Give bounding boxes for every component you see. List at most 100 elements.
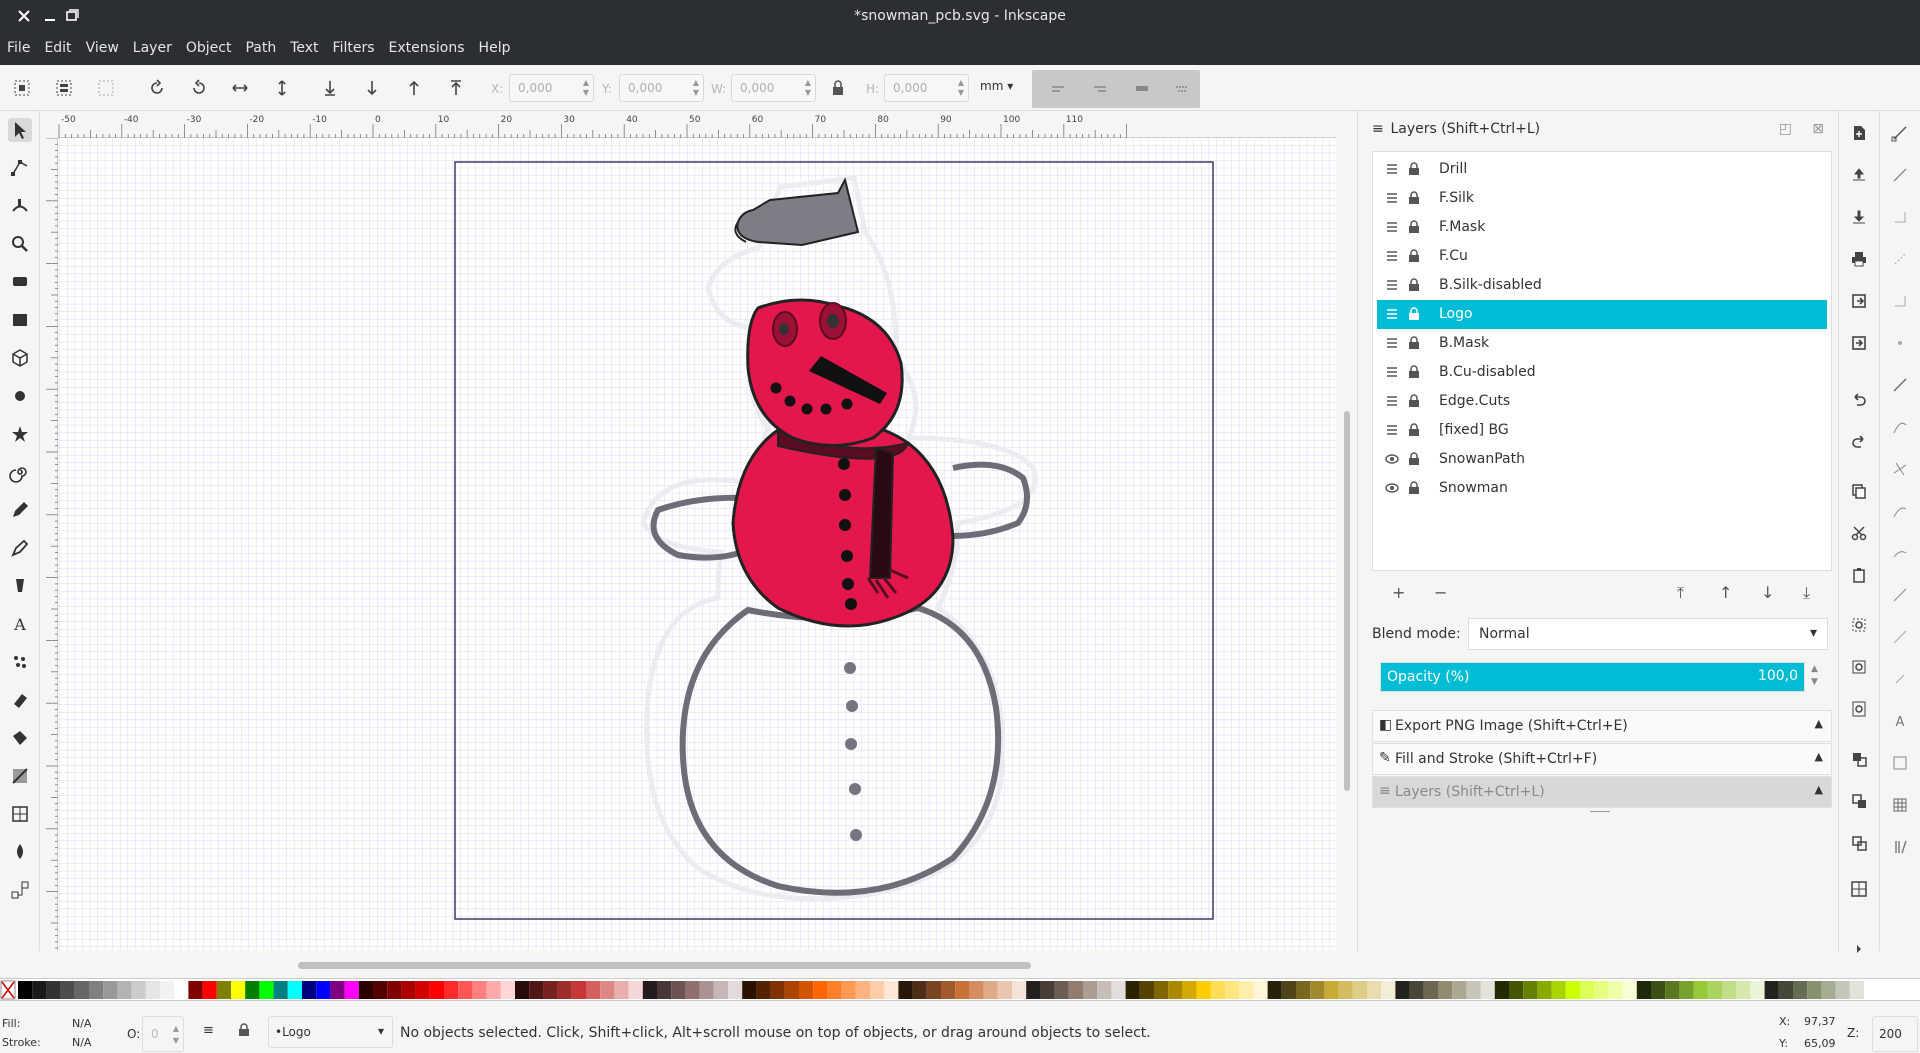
color-swatch[interactable] (1438, 981, 1453, 999)
hidden-eye-icon[interactable] (1385, 247, 1399, 265)
layer-name[interactable]: B.Mask (1439, 335, 1489, 351)
color-swatch[interactable] (387, 981, 402, 999)
color-swatch[interactable] (657, 981, 672, 999)
color-swatch[interactable] (60, 981, 75, 999)
color-swatch[interactable] (316, 981, 331, 999)
menu-text[interactable]: Text (283, 32, 325, 65)
color-swatch[interactable] (1054, 981, 1069, 999)
rotate-ccw-icon[interactable] (147, 78, 167, 98)
vertical-ruler[interactable] (40, 138, 58, 950)
hidden-eye-icon[interactable] (1385, 276, 1399, 294)
copy-icon[interactable] (1849, 481, 1869, 501)
color-swatch[interactable] (358, 981, 373, 999)
layer-row[interactable]: B.Mask (1377, 329, 1827, 358)
eye-icon[interactable] (1385, 450, 1399, 468)
layer-row[interactable]: B.Silk-disabled (1377, 271, 1827, 300)
undo-icon[interactable] (1849, 389, 1869, 409)
menu-file[interactable]: File (0, 32, 37, 65)
snap-text-baseline-icon[interactable]: A (1890, 711, 1910, 731)
color-swatch[interactable] (1636, 981, 1651, 999)
color-swatch[interactable] (728, 981, 743, 999)
color-swatch[interactable] (174, 981, 189, 999)
layer-name[interactable]: F.Mask (1439, 219, 1485, 235)
add-layer-button[interactable]: + (1392, 583, 1405, 602)
color-swatch[interactable] (529, 981, 544, 999)
color-swatch[interactable] (32, 981, 47, 999)
selector-tool-icon[interactable] (8, 118, 32, 142)
fill-stroke-dialog-tab[interactable]: ✎ Fill and Stroke (Shift+Ctrl+F) ▲ (1372, 743, 1832, 775)
color-swatch[interactable] (330, 981, 345, 999)
star-tool-icon[interactable] (8, 422, 32, 446)
snap-bbox-corners-icon[interactable] (1890, 249, 1910, 269)
color-swatch[interactable] (1083, 981, 1098, 999)
color-swatch[interactable] (1395, 981, 1410, 999)
color-swatch[interactable] (1040, 981, 1055, 999)
layer-lock-icon[interactable] (1408, 393, 1420, 409)
color-swatch[interactable] (699, 981, 714, 999)
color-swatch[interactable] (1551, 981, 1566, 999)
rectangle-tool-icon[interactable] (8, 308, 32, 332)
raise-to-top-icon[interactable] (446, 78, 466, 98)
group-icon[interactable] (1849, 879, 1869, 899)
w-stepper-icon[interactable]: ▲ ▼ (805, 78, 811, 98)
color-swatch[interactable] (1565, 981, 1580, 999)
color-swatch[interactable] (515, 981, 530, 999)
layer-lock-icon[interactable] (1408, 219, 1420, 235)
scrollbar-thumb[interactable] (298, 962, 1031, 969)
rotate-cw-icon[interactable] (189, 78, 209, 98)
move-patterns-icon[interactable] (1172, 79, 1192, 99)
eraser-tool-icon[interactable] (8, 688, 32, 712)
snap-smooth-nodes-icon[interactable] (1890, 543, 1910, 563)
color-swatch[interactable] (1026, 981, 1041, 999)
snap-paths-icon[interactable] (1890, 417, 1910, 437)
w-field[interactable]: 0,000 ▲ ▼ (731, 74, 816, 102)
horizontal-scrollbar[interactable] (58, 950, 1336, 978)
snap-line-midpoints-icon[interactable] (1890, 585, 1910, 605)
layer-lock-icon[interactable] (1408, 190, 1420, 206)
layer-name[interactable]: B.Cu-disabled (1439, 364, 1536, 380)
color-swatch[interactable] (486, 981, 501, 999)
hidden-eye-icon[interactable] (1385, 189, 1399, 207)
hidden-eye-icon[interactable] (1385, 160, 1399, 178)
measure-tool-icon[interactable] (8, 270, 32, 294)
color-swatch[interactable] (103, 981, 118, 999)
color-swatch[interactable] (827, 981, 842, 999)
layer-lock-icon[interactable] (1408, 248, 1420, 264)
deselect-icon[interactable] (96, 78, 116, 98)
print-icon[interactable] (1849, 249, 1869, 269)
color-swatch[interactable] (401, 981, 416, 999)
layer-row[interactable]: F.Mask (1377, 213, 1827, 242)
lock-ratio-icon[interactable] (828, 78, 848, 98)
color-swatch[interactable] (1225, 981, 1240, 999)
color-swatch[interactable] (1480, 981, 1495, 999)
color-swatch[interactable] (1778, 981, 1793, 999)
clone-icon[interactable] (1849, 791, 1869, 811)
color-swatch[interactable] (969, 981, 984, 999)
color-swatch[interactable] (415, 981, 430, 999)
color-swatch[interactable] (671, 981, 686, 999)
snap-bbox-midpoints-icon[interactable] (1890, 291, 1910, 311)
export-png-dialog-tab[interactable]: ◧ Export PNG Image (Shift+Ctrl+E) ▲ (1372, 710, 1832, 742)
snap-path-intersections-icon[interactable] (1890, 459, 1910, 479)
layer-lock-icon[interactable] (1408, 451, 1420, 467)
opacity-field-stepper-icon[interactable]: ▲ ▼ (173, 1023, 179, 1047)
color-swatch[interactable] (600, 981, 615, 999)
layer-name[interactable]: [fixed] BG (1439, 422, 1509, 438)
x-stepper-icon[interactable]: ▲ ▼ (583, 78, 589, 98)
dock-resize-handle[interactable] (1590, 811, 1610, 812)
color-swatch[interactable] (131, 981, 146, 999)
h-field[interactable]: 0,000 ▲ ▼ (884, 74, 969, 102)
color-swatch[interactable] (1196, 981, 1211, 999)
color-swatch[interactable] (1849, 981, 1864, 999)
color-swatch[interactable] (898, 981, 913, 999)
color-swatch[interactable] (373, 981, 388, 999)
horizontal-ruler[interactable]: -50 -40 -30 -20 -10 0 10 20 30 40 50 60 70 80 90 100 110 (58, 111, 1336, 138)
color-swatch[interactable] (1537, 981, 1552, 999)
color-swatch[interactable] (1807, 981, 1822, 999)
redo-icon[interactable] (1849, 431, 1869, 451)
lower-to-bottom-icon[interactable] (320, 78, 340, 98)
color-swatch[interactable] (543, 981, 558, 999)
color-swatch[interactable] (444, 981, 459, 999)
opacity-stepper-icon[interactable]: ▲ ▼ (1811, 663, 1818, 689)
current-layer-dropdown[interactable]: •Logo ▾ (268, 1016, 393, 1048)
